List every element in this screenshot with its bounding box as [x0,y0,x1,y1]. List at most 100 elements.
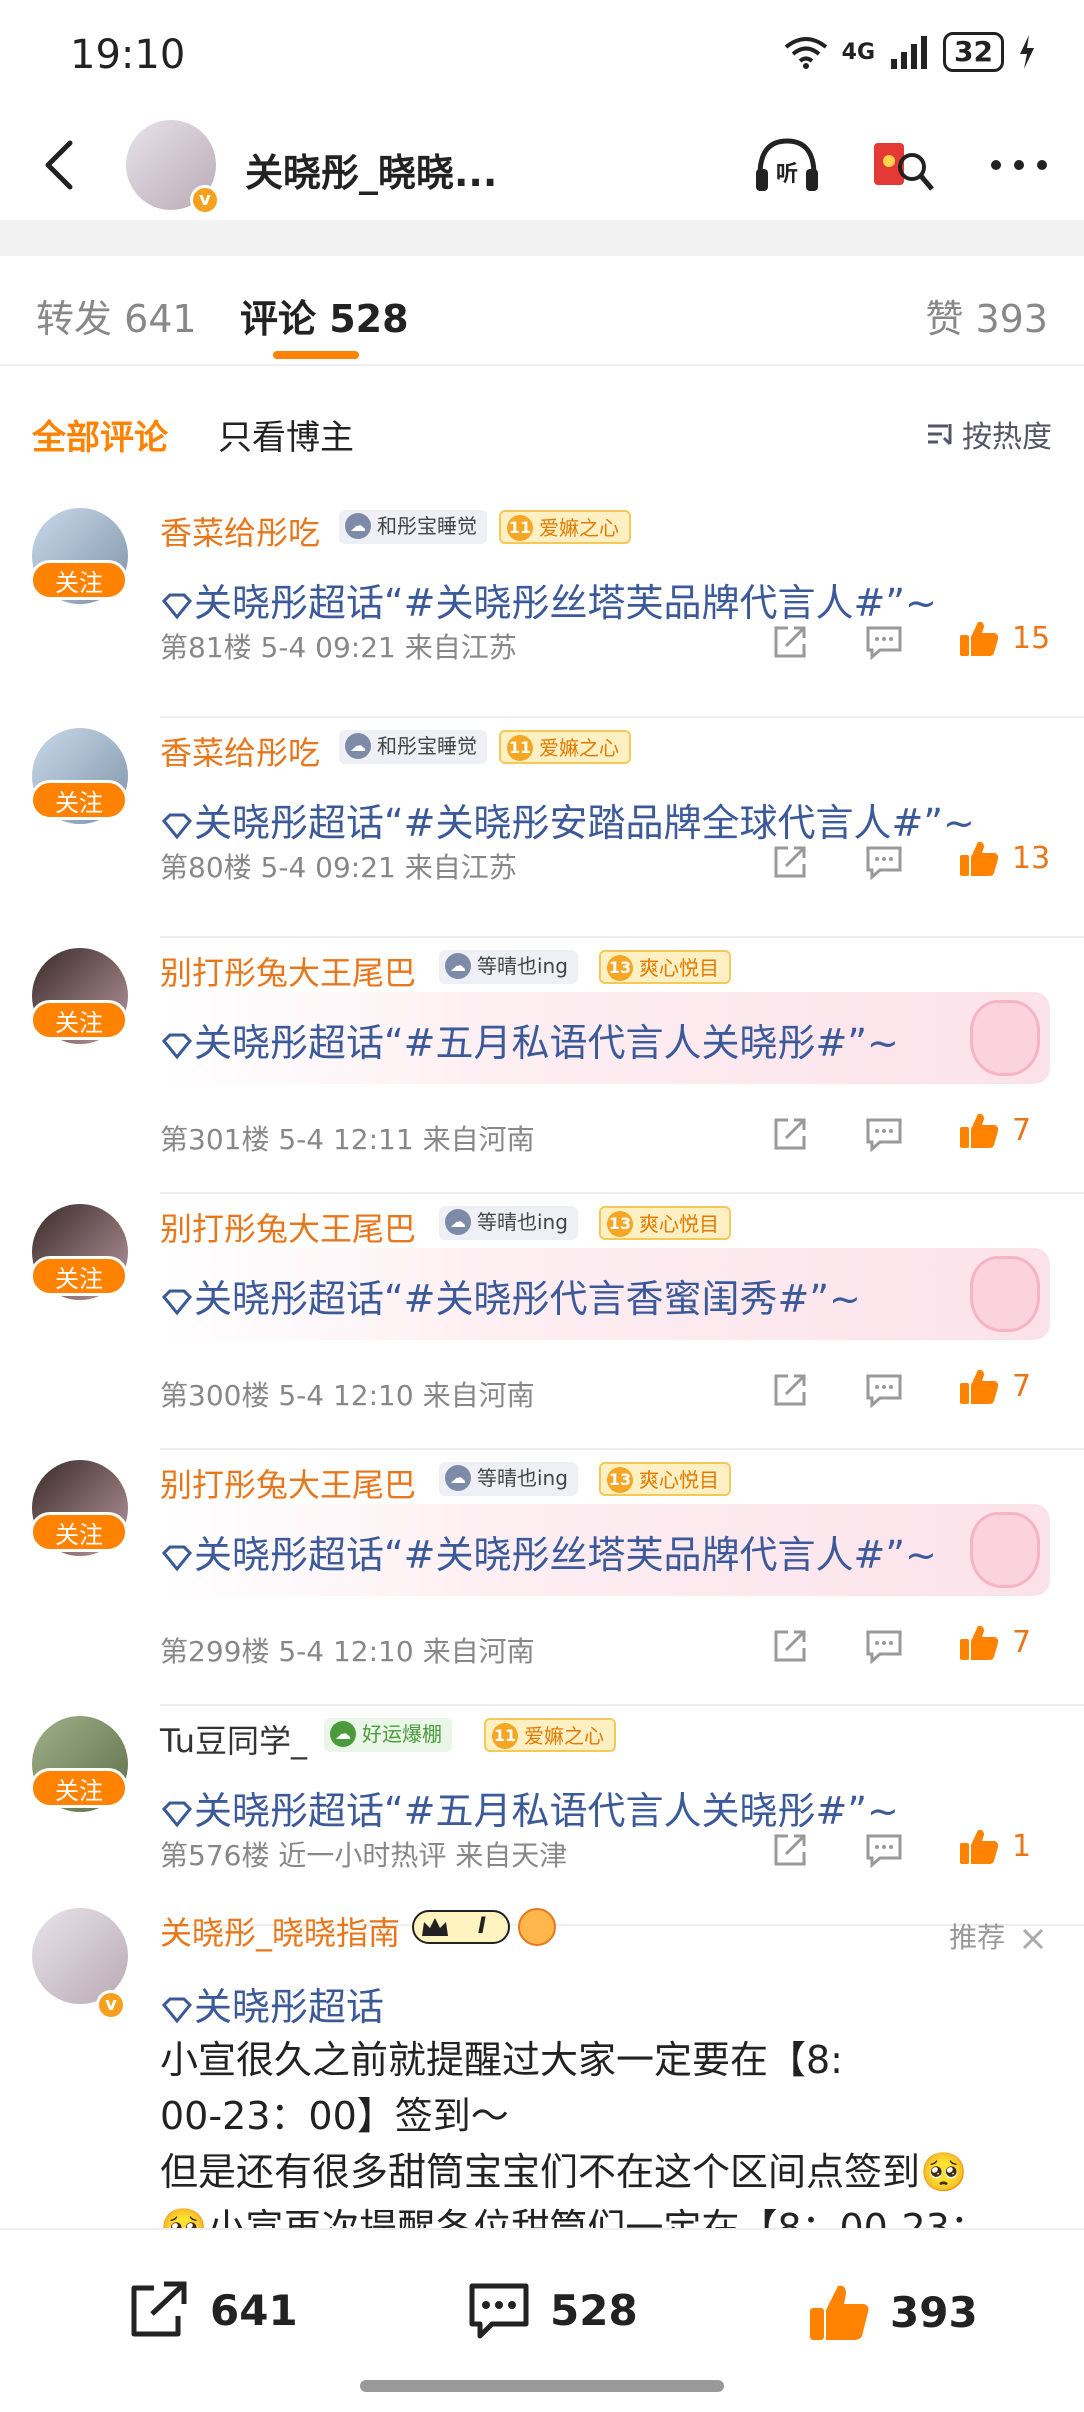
sort-label: 按热度 [962,420,1052,455]
tab-repost[interactable]: 转发 641 [36,288,197,343]
comment-separator [160,1192,1084,1194]
more-icon[interactable] [984,130,1054,200]
supertopic-link[interactable]: 关晓彤超话“#关晓彤代言香蜜闺秀#”~ [160,1268,861,1323]
thumbs-up-icon [960,1369,999,1404]
share-icon[interactable] [770,1830,810,1870]
follow-button[interactable]: 关注 [30,1256,128,1296]
active-tab-indicator [273,351,359,359]
fan-badge[interactable]: ☁ 好运爆棚 [324,1718,452,1752]
share-icon[interactable] [770,1370,810,1410]
reply-icon[interactable] [864,622,904,662]
reply-icon[interactable] [864,1114,904,1154]
supertopic-icon [161,1033,193,1059]
level-badge[interactable]: 13 爽心悦目 [599,950,731,984]
supertopic-link[interactable]: 关晓彤超话 [160,1976,384,2031]
follow-button[interactable]: 关注 [30,780,128,820]
supertopic-icon [161,593,193,619]
commenter-name[interactable]: 别打彤兔大王尾巴 [160,948,416,994]
comment-item: 关注 别打彤兔大王尾巴 ☁ 等晴也ing 13 爽心悦目 关晓彤超话“#关晓彤代… [0,1196,1084,1452]
charging-icon [1020,35,1034,69]
follow-button[interactable]: 关注 [30,560,128,600]
thumbs-up-icon [960,621,999,656]
tab-comment[interactable]: 评论 528 [240,288,409,343]
recommended-comment: v 关晓彤_晓晓指南 I 推荐 关晓彤超话 小宣很久之前就提醒过大家一定要在【8… [0,1900,1084,2230]
section-divider [0,220,1084,256]
share-icon[interactable] [770,1626,810,1666]
thumbs-up-icon [960,1829,999,1864]
reply-icon[interactable] [864,842,904,882]
commenter-name[interactable]: 香菜给彤吃 [160,508,320,554]
badge-icon: ☁ [330,1721,356,1747]
commenter-name[interactable]: 香菜给彤吃 [160,728,320,774]
home-indicator[interactable] [360,2380,724,2392]
share-icon[interactable] [770,622,810,662]
tab-bar: 转发 641 评论 528 赞 393 [0,256,1084,366]
verified-badge-icon: v [96,1990,126,2020]
fan-badge[interactable]: ☁ 等晴也ing [439,1462,578,1496]
tab-like[interactable]: 赞 393 [925,288,1048,343]
like-button[interactable]: 393 [806,2280,978,2344]
thumbs-up-icon [960,1113,999,1148]
supertopic-link[interactable]: 关晓彤超话“#五月私语代言人关晓彤#”~ [160,1780,899,1835]
close-icon[interactable] [1020,1926,1046,1952]
filter-host-only[interactable]: 只看博主 [218,410,354,459]
sort-button[interactable]: 按热度 [926,412,1052,456]
fan-badge[interactable]: ☁ 等晴也ing [439,950,578,984]
repost-button[interactable]: 641 [126,2280,298,2340]
commenter-name[interactable]: 别打彤兔大王尾巴 [160,1460,416,1506]
reply-icon[interactable] [864,1830,904,1870]
comment-item: 关注 别打彤兔大王尾巴 ☁ 等晴也ing 13 爽心悦目 关晓彤超话“#关晓彤丝… [0,1452,1084,1708]
follow-button[interactable]: 关注 [30,1000,128,1040]
follow-button[interactable]: 关注 [30,1768,128,1808]
supertopic-icon [161,1801,193,1827]
supertopic-link[interactable]: 关晓彤超话“#五月私语代言人关晓彤#”~ [160,1012,899,1067]
comment-meta: 第299楼 5-4 12:10 来自河南 [160,1635,535,1668]
filter-all[interactable]: 全部评论 [32,410,168,459]
thumbs-up-icon [960,841,999,876]
like-button[interactable]: 15 [958,618,1050,658]
svg-text:听: 听 [776,162,798,187]
level-badge[interactable]: 11 爱嫲之心 [484,1718,616,1752]
listen-icon[interactable]: 听 [752,130,822,200]
supertopic-link[interactable]: 关晓彤超话“#关晓彤丝塔芙品牌代言人#”~ [160,1524,937,1579]
recommend-tag[interactable]: 推荐 [949,1916,1046,1956]
fan-badge[interactable]: ☁ 和彤宝睡觉 [339,730,487,764]
level-badge[interactable]: 11 爱嫲之心 [499,510,631,544]
supertopic-link[interactable]: 关晓彤超话“#关晓彤丝塔芙品牌代言人#”~ [160,572,937,627]
level-badge[interactable]: 13 爽心悦目 [599,1462,731,1496]
wifi-icon [784,37,827,69]
share-icon[interactable] [770,1114,810,1154]
back-arrow-icon[interactable] [32,135,92,195]
follow-button[interactable]: 关注 [30,1512,128,1552]
level-badge[interactable]: 11 爱嫲之心 [499,730,631,764]
page-title[interactable]: 关晓彤_晓晓... [245,142,497,197]
verified-badge-icon: v [190,185,220,215]
top-bar: v 关晓彤_晓晓... 听 [0,110,1084,220]
share-icon[interactable] [770,842,810,882]
supertopic-icon [161,1289,193,1315]
share-icon [131,2281,187,2337]
comment-separator [160,1448,1084,1450]
comment-body: 小宣很久之前就提醒过大家一定要在【8: 00-23：00】签到～ 但是还有很多甜… [160,2038,988,2230]
supertopic-link[interactable]: 关晓彤超话“#关晓彤安踏品牌全球代言人#”~ [160,792,975,847]
like-button[interactable]: 1 [958,1826,1031,1866]
thumbs-up-icon [960,1625,999,1660]
comment-separator [160,1704,1084,1706]
fan-badge[interactable]: ☁ 等晴也ing [439,1206,578,1240]
badge-icon: ☁ [345,733,371,759]
commenter-name[interactable]: 别打彤兔大王尾巴 [160,1204,416,1250]
reply-icon[interactable] [864,1626,904,1666]
level-badge[interactable]: 13 爽心悦目 [599,1206,731,1240]
like-button[interactable]: 7 [958,1622,1031,1662]
sort-icon [928,424,952,446]
red-packet-search-icon[interactable] [868,130,938,200]
crown-icon [422,1918,448,1936]
reply-icon[interactable] [864,1370,904,1410]
comment-button[interactable]: 528 [466,2280,638,2340]
commenter-name[interactable]: Tu豆同学_ [160,1716,307,1762]
commenter-name[interactable]: 关晓彤_晓晓指南 [160,1908,400,1954]
like-button[interactable]: 7 [958,1366,1031,1406]
fan-badge[interactable]: ☁ 和彤宝睡觉 [339,510,487,544]
like-button[interactable]: 13 [958,838,1050,878]
like-button[interactable]: 7 [958,1110,1031,1150]
